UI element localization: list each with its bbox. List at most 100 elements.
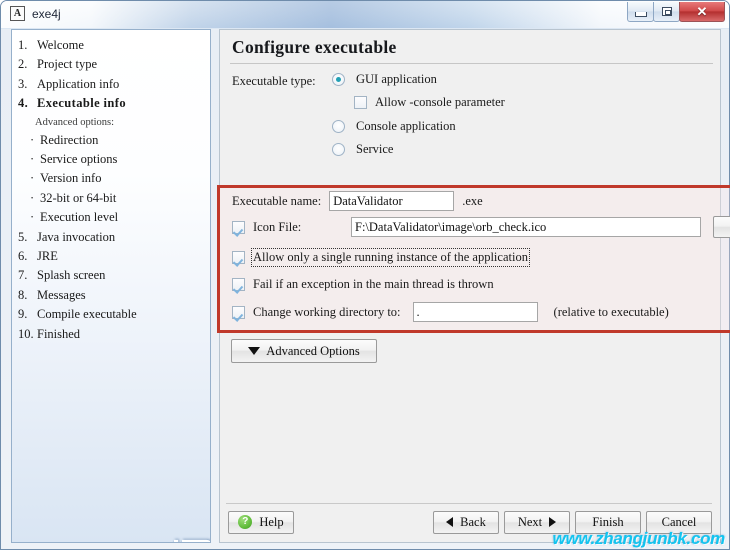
exe4j-logo-watermark: exe4j: [167, 538, 210, 542]
wizard-step-list: 1. Welcome 2. Project type 3. Applicatio…: [12, 30, 210, 344]
sidebar-item-project-type[interactable]: 2. Project type: [18, 55, 210, 74]
step-label: Finished: [37, 326, 81, 341]
checkbox-fail-on-exception-label: Fail if an exception in the main thread …: [253, 277, 494, 291]
step-label: Project type: [37, 57, 98, 72]
back-button[interactable]: Back: [433, 510, 499, 534]
sidebar-item-welcome[interactable]: 1. Welcome: [18, 36, 210, 55]
radio-console-application[interactable]: Console application: [332, 119, 456, 134]
window-title: exe4j: [32, 6, 61, 21]
window-content: 1. Welcome 2. Project type 3. Applicatio…: [11, 29, 730, 543]
sidebar-item-splash-screen[interactable]: 7. Splash screen: [18, 266, 210, 285]
step-number: 3.: [18, 76, 28, 91]
checkbox-fail-on-exception-icon[interactable]: [232, 278, 245, 291]
working-directory-input[interactable]: .: [412, 302, 538, 322]
checkbox-icon-file-icon[interactable]: [232, 220, 245, 234]
sidebar-item-jre[interactable]: 6. JRE: [18, 247, 210, 266]
advanced-options-button-label: Advanced Options: [266, 343, 360, 358]
sidebar-item-messages[interactable]: 8. Messages: [18, 286, 210, 305]
radio-gui-application-icon[interactable]: [332, 73, 345, 86]
back-button-label: Back: [460, 514, 486, 529]
sidebar-subitem-label: Version info: [40, 171, 102, 186]
sidebar-subitem-label: 32-bit or 64-bit: [40, 190, 117, 205]
help-button[interactable]: ? Help: [228, 510, 294, 534]
next-button-label: Next: [517, 514, 543, 529]
executable-name-input[interactable]: DataValidator: [329, 191, 455, 211]
chevron-down-icon: [248, 347, 261, 355]
bullet-icon: ·: [30, 210, 35, 225]
step-number: 2.: [18, 57, 28, 72]
site-watermark: www.zhangjunbk.com: [552, 529, 726, 548]
exe4j-wizard-window: A exe4j ✕ 1. Welcome 2. Project type 3. …: [0, 0, 730, 550]
main-panel: Configure executable Executable type: GU…: [217, 29, 730, 543]
checkbox-fail-on-exception[interactable]: Fail if an exception in the main thread …: [232, 277, 494, 292]
sidebar-item-version-info[interactable]: · Version info: [18, 169, 210, 188]
icon-file-input[interactable]: F:\DataValidator\image\orb_check.ico: [351, 217, 701, 237]
icon-file-browse-button[interactable]: ...: [713, 216, 730, 238]
bullet-icon: ·: [30, 171, 35, 186]
step-label: Executable info: [37, 96, 126, 111]
minimize-button[interactable]: [627, 2, 654, 22]
checkbox-single-instance-label: Allow only a single running instance of …: [251, 248, 530, 267]
step-label: JRE: [37, 249, 58, 264]
executable-type-label: Executable type:: [232, 74, 316, 88]
icon-file-row: Icon File: F:\DataValidator\image\orb_ch…: [232, 216, 730, 238]
sidebar-subitem-label: Service options: [40, 152, 118, 167]
icon-file-label: Icon File:: [253, 219, 302, 234]
cancel-button-label: Cancel: [661, 514, 697, 529]
radio-service-icon[interactable]: [332, 143, 345, 156]
radio-service[interactable]: Service: [332, 142, 393, 157]
button-bar-divider: [226, 503, 712, 504]
maximize-button[interactable]: [653, 2, 680, 22]
title-bar-left: A exe4j: [10, 6, 61, 21]
step-label: Compile executable: [37, 307, 137, 322]
help-button-label: Help: [259, 514, 284, 529]
executable-name-label: Executable name:: [232, 193, 322, 208]
step-label: Messages: [37, 287, 86, 302]
sidebar-item-execution-level[interactable]: · Execution level: [18, 208, 210, 227]
finish-button-label: Finish: [592, 514, 624, 529]
close-icon: ✕: [696, 3, 708, 19]
help-icon: ?: [238, 515, 253, 529]
title-divider: [230, 63, 713, 64]
sidebar-item-redirection[interactable]: · Redirection: [18, 131, 210, 150]
sidebar-item-finished[interactable]: 10. Finished: [18, 325, 210, 344]
close-button[interactable]: ✕: [679, 2, 725, 22]
step-number: 10.: [18, 326, 34, 341]
checkbox-working-directory-label: Change working directory to:: [253, 304, 401, 319]
sidebar-item-32-or-64-bit[interactable]: · 32-bit or 64-bit: [18, 189, 210, 208]
working-directory-hint: (relative to executable): [553, 304, 669, 319]
executable-name-row: Executable name: DataValidator .exe: [232, 191, 483, 211]
checkbox-allow-console-parameter-label: Allow -console parameter: [375, 95, 505, 109]
checkbox-single-instance[interactable]: Allow only a single running instance of …: [232, 248, 530, 267]
checkbox-allow-console-parameter[interactable]: Allow -console parameter: [354, 95, 505, 110]
sidebar-subitem-label: Execution level: [40, 210, 119, 225]
window-controls: ✕: [627, 2, 725, 23]
arrow-left-icon: [446, 517, 454, 527]
bullet-icon: ·: [30, 190, 35, 205]
step-label: Application info: [37, 76, 120, 91]
sidebar-item-executable-info[interactable]: 4. Executable info: [18, 94, 210, 113]
step-number: 9.: [18, 307, 28, 322]
checkbox-allow-console-parameter-icon[interactable]: [354, 96, 367, 109]
step-number: 5.: [18, 229, 28, 244]
executable-name-suffix: .exe: [462, 193, 483, 208]
radio-gui-application-label: GUI application: [356, 72, 437, 86]
working-directory-row: Change working directory to: . (relative…: [232, 302, 669, 322]
bullet-icon: ·: [30, 132, 35, 147]
radio-gui-application[interactable]: GUI application: [332, 72, 437, 87]
wizard-step-sidebar: 1. Welcome 2. Project type 3. Applicatio…: [11, 29, 211, 543]
checkbox-single-instance-icon[interactable]: [232, 251, 245, 264]
radio-console-application-icon[interactable]: [332, 120, 345, 133]
minimize-icon: [628, 2, 653, 21]
advanced-options-button[interactable]: Advanced Options: [231, 339, 377, 363]
sidebar-item-application-info[interactable]: 3. Application info: [18, 75, 210, 94]
bullet-icon: ·: [30, 152, 35, 167]
sidebar-item-compile-executable[interactable]: 9. Compile executable: [18, 305, 210, 324]
title-bar: A exe4j ✕: [1, 1, 729, 28]
checkbox-working-directory-icon[interactable]: [232, 305, 245, 319]
sidebar-item-java-invocation[interactable]: 5. Java invocation: [18, 228, 210, 247]
sidebar-item-service-options[interactable]: · Service options: [18, 150, 210, 169]
page-title: Configure executable: [232, 37, 397, 57]
step-number: 4.: [18, 96, 29, 111]
step-number: 1.: [18, 38, 28, 52]
